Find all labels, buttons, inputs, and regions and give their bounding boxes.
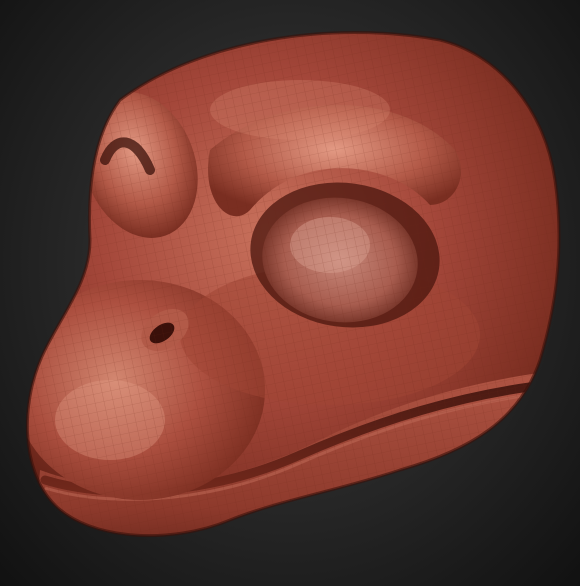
sculpted-creature-head-icon (25, 31, 561, 538)
viewport (0, 0, 580, 586)
